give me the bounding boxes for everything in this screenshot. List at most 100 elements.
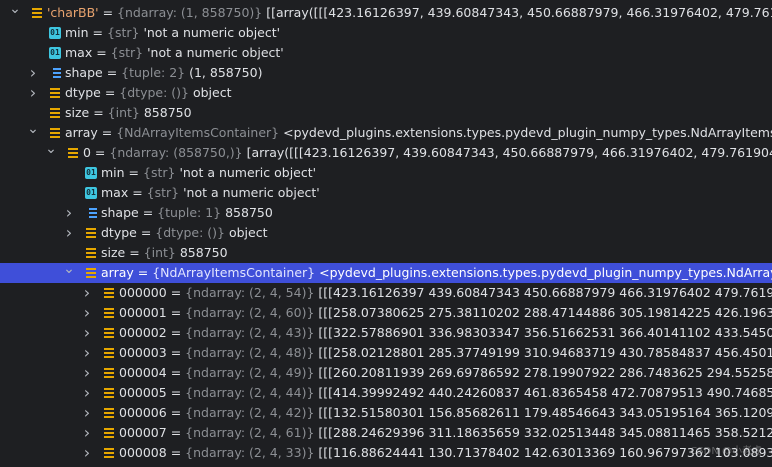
variable-name: shape	[101, 205, 139, 220]
variable-icon	[103, 407, 115, 419]
expand-chevron-icon[interactable]: ›	[81, 363, 93, 383]
equals-sign: =	[89, 105, 108, 120]
equals-sign: =	[166, 405, 186, 420]
tree-row[interactable]: › 000004 = {ndarray: (2, 4, 49)} [[[260.2…	[0, 363, 772, 383]
variable-name: 000000	[119, 285, 167, 300]
expand-chevron-icon[interactable]: ›	[81, 283, 93, 303]
tree-row[interactable]: 01 min = {str} 'not a numeric object'	[0, 23, 772, 43]
equals-sign: =	[138, 205, 158, 220]
row-text: 000003 = {ndarray: (2, 4, 48)} [[[258.02…	[119, 343, 772, 363]
variable-value: [[[260.20811939 269.69786592 278.1990792…	[318, 365, 772, 380]
tuple-icon	[85, 207, 97, 219]
equals-sign: =	[166, 385, 186, 400]
expand-chevron-icon[interactable]: ›	[81, 443, 93, 463]
variable-type: {tuple: 1}	[157, 205, 222, 220]
tree-row[interactable]: › 000006 = {ndarray: (2, 4, 42)} [[[132.5…	[0, 403, 772, 423]
row-text: 000000 = {ndarray: (2, 4, 54)} [[[423.16…	[119, 283, 772, 303]
variable-name: min	[101, 165, 125, 180]
equals-sign: =	[92, 45, 111, 60]
variable-name: max	[65, 45, 93, 60]
variable-icon	[103, 387, 115, 399]
variable-type: {ndarray: (1, 858750)}	[117, 5, 263, 20]
tree-row[interactable]: › dtype = {dtype: ()} object	[0, 223, 772, 243]
row-text: dtype = {dtype: ()} object	[65, 83, 231, 103]
tree-row[interactable]: › 000002 = {ndarray: (2, 4, 43)} [[[322.5…	[0, 323, 772, 343]
variable-value: [[array([[[423.16126397, 439.60847343, 4…	[266, 5, 772, 20]
variable-name: 000002	[119, 325, 167, 340]
variable-value: [[[423.16126397 439.60847343 450.6688797…	[318, 285, 772, 300]
row-text: 000005 = {ndarray: (2, 4, 44)} [[[414.39…	[119, 383, 772, 403]
row-text: min = {str} 'not a numeric object'	[65, 23, 280, 43]
tree-row[interactable]: › shape = {tuple: 2} (1, 858750)	[0, 63, 772, 83]
tree-row[interactable]: › 000005 = {ndarray: (2, 4, 44)} [[[414.3…	[0, 383, 772, 403]
variable-type: {ndarray: (858750,)}	[109, 145, 243, 160]
expand-chevron-icon[interactable]: ›	[27, 63, 39, 83]
tree-row[interactable]: › 000007 = {ndarray: (2, 4, 61)} [[[288.2…	[0, 423, 772, 443]
variable-name: 000008	[119, 445, 167, 460]
tree-row[interactable]: ⌄ array = {NdArrayItemsContainer} <pydevd…	[0, 123, 772, 143]
tree-row[interactable]: size = {int} 858750	[0, 243, 772, 263]
equals-sign: =	[166, 285, 186, 300]
equals-sign: =	[166, 445, 186, 460]
row-text: 000006 = {ndarray: (2, 4, 42)} [[[132.51…	[119, 403, 772, 423]
variable-icon	[49, 107, 61, 119]
tree-row[interactable]: › shape = {tuple: 1} 858750	[0, 203, 772, 223]
equals-sign: =	[98, 5, 118, 20]
tree-row[interactable]: 01 min = {str} 'not a numeric object'	[0, 163, 772, 183]
variable-icon	[85, 227, 97, 239]
expand-chevron-icon[interactable]: ›	[81, 423, 93, 443]
expand-chevron-icon[interactable]: ›	[81, 323, 93, 343]
variable-type: {ndarray: (2, 4, 61)}	[185, 425, 315, 440]
collapse-chevron-icon[interactable]: ⌄	[9, 3, 21, 23]
expand-chevron-icon[interactable]: ›	[63, 223, 75, 243]
variable-value: 'not a numeric object'	[175, 165, 317, 180]
variable-value: 'not a numeric object'	[179, 185, 320, 200]
expand-chevron-icon[interactable]: ›	[63, 203, 75, 223]
equals-sign: =	[166, 345, 186, 360]
tree-row[interactable]: › dtype = {dtype: ()} object	[0, 83, 772, 103]
tree-row[interactable]: › 000000 = {ndarray: (2, 4, 54)} [[[423.1…	[0, 283, 772, 303]
variable-name: array	[65, 125, 98, 140]
row-text: 000001 = {ndarray: (2, 4, 60)} [[[258.07…	[119, 303, 772, 323]
row-text: array = {NdArrayItemsContainer} <pydevd_…	[65, 123, 772, 143]
variable-name: min	[65, 25, 89, 40]
variable-type: {int}	[107, 105, 140, 120]
tree-row[interactable]: › 000003 = {ndarray: (2, 4, 48)} [[[258.0…	[0, 343, 772, 363]
row-text: size = {int} 858750	[101, 243, 228, 263]
variable-value: (1, 858750)	[185, 65, 263, 80]
row-text: dtype = {dtype: ()} object	[101, 223, 267, 243]
expand-chevron-icon[interactable]: ›	[81, 343, 93, 363]
tree-row[interactable]: ⌄ array = {NdArrayItemsContainer} <pydevd…	[0, 263, 772, 283]
collapse-chevron-icon[interactable]: ⌄	[27, 123, 39, 143]
tree-row[interactable]: › 000001 = {ndarray: (2, 4, 60)} [[[258.0…	[0, 303, 772, 323]
expand-chevron-icon[interactable]: ›	[81, 383, 93, 403]
variable-type: {NdArrayItemsContainer}	[152, 265, 316, 280]
tree-row[interactable]: 01 max = {str} 'not a numeric object'	[0, 183, 772, 203]
row-text: max = {str} 'not a numeric object'	[101, 183, 320, 203]
variable-name: max	[101, 185, 129, 200]
variable-value: 'not a numeric object'	[143, 45, 284, 60]
variable-type: {str}	[143, 165, 176, 180]
variable-type: {str}	[110, 45, 144, 60]
expand-chevron-icon[interactable]: ›	[27, 83, 39, 103]
variable-value: [[[322.57886901 336.98303347 356.5166253…	[318, 325, 772, 340]
tree-row[interactable]: ⌄ 0 = {ndarray: (858750,)} [array([[[423.…	[0, 143, 772, 163]
variable-value: <pydevd_plugins.extensions.types.pydevd_…	[319, 265, 772, 280]
tree-row[interactable]: ⌄ 'charBB' = {ndarray: (1, 858750)} [[arr…	[0, 3, 772, 23]
tree-row[interactable]: › 000008 = {ndarray: (2, 4, 33)} [[[116.8…	[0, 443, 772, 463]
variable-type: {ndarray: (2, 4, 43)}	[185, 325, 315, 340]
expand-chevron-icon[interactable]: ›	[81, 403, 93, 423]
equals-sign: =	[133, 265, 153, 280]
variable-value: 858750	[221, 205, 273, 220]
tree-row[interactable]: size = {int} 858750	[0, 103, 772, 123]
collapse-chevron-icon[interactable]: ⌄	[63, 263, 75, 283]
expand-chevron-icon[interactable]: ›	[81, 303, 93, 323]
collapse-chevron-icon[interactable]: ⌄	[45, 143, 57, 163]
tree-row[interactable]: 01 max = {str} 'not a numeric object'	[0, 43, 772, 63]
variable-value: 858750	[139, 105, 192, 120]
row-text: 000008 = {ndarray: (2, 4, 33)} [[[116.88…	[119, 443, 772, 463]
variable-icon	[103, 287, 115, 299]
row-text: min = {str} 'not a numeric object'	[101, 163, 316, 183]
equals-sign: =	[100, 85, 120, 100]
variable-value: [[[258.07380625 275.38110202 288.4714488…	[318, 305, 772, 320]
